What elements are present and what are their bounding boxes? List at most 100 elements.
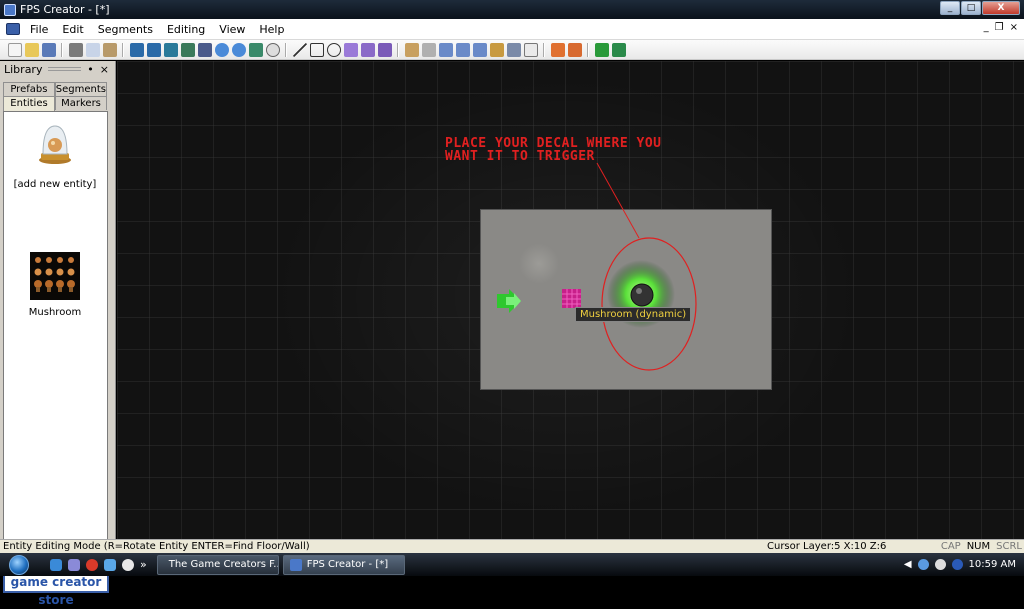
minimize-button[interactable]: _	[940, 1, 960, 15]
caps-lock-indicator: CAP	[940, 541, 961, 552]
mdi-restore-button[interactable]: ❐	[995, 22, 1004, 33]
open-folder-icon[interactable]	[24, 42, 39, 57]
annotation-text: PLACE YOUR DECAL WHERE YOU WANT IT TO TR…	[445, 137, 662, 163]
dome-icon	[39, 125, 71, 164]
spray-tool-icon[interactable]	[377, 42, 392, 57]
test-game-icon[interactable]	[594, 42, 609, 57]
menu-view[interactable]: View	[212, 23, 252, 36]
tab-prefabs[interactable]: Prefabs	[3, 82, 55, 96]
quick-launch: »	[50, 558, 147, 571]
menu-segments[interactable]: Segments	[91, 23, 160, 36]
list-item[interactable]: Mushroom	[5, 252, 105, 318]
entity-label: [add new entity]	[13, 179, 97, 190]
viewport-overlay	[497, 162, 697, 371]
taskbar-item-browser[interactable]: The Game Creators F...	[156, 554, 279, 575]
status-mode: Entity Editing Mode (R=Rotate Entity ENT…	[3, 541, 310, 552]
media-icon[interactable]	[68, 558, 80, 571]
library-pin-icon[interactable]: •	[87, 63, 94, 76]
list-item[interactable]: [add new entity]	[5, 120, 105, 190]
mdi-minimize-button[interactable]: _	[984, 22, 989, 33]
tray-expand-icon[interactable]: ◀	[904, 559, 912, 570]
ie-icon[interactable]	[50, 558, 62, 571]
segment-paint-icon[interactable]	[472, 42, 487, 57]
tab-segments[interactable]: Segments	[54, 82, 107, 96]
num-lock-indicator: NUM	[966, 541, 991, 552]
status-cursor: Cursor Layer:5 X:10 Z:6	[767, 541, 887, 552]
trigger-zone-icon[interactable]	[562, 289, 581, 308]
map-icon[interactable]	[248, 42, 263, 57]
app-icon-red[interactable]	[86, 558, 98, 571]
mushroom-entity[interactable]	[630, 283, 654, 307]
segment-pick-icon[interactable]	[455, 42, 470, 57]
document-icon[interactable]	[6, 23, 20, 35]
menu-bar: File Edit Segments Editing View Help _ ❐…	[0, 19, 1024, 40]
tab-markers[interactable]: Markers	[55, 96, 107, 110]
menu-file[interactable]: File	[23, 23, 55, 36]
annotation-line-2: WANT IT TO TRIGGER	[445, 149, 595, 164]
line-tool-icon[interactable]	[292, 42, 307, 57]
start-button[interactable]	[0, 553, 38, 576]
entity-tooltip: Mushroom (dynamic)	[575, 307, 692, 322]
menu-editing[interactable]: Editing	[160, 23, 212, 36]
edit-tool-icon[interactable]	[489, 42, 504, 57]
app-icon-white[interactable]	[122, 558, 134, 571]
tab-entities[interactable]: Entities	[3, 96, 55, 111]
status-bar: Entity Editing Mode (R=Rotate Entity ENT…	[0, 539, 1024, 553]
fpscreator-icon	[289, 558, 302, 571]
quick-launch-chevron[interactable]: »	[140, 558, 147, 571]
flag-multi-icon[interactable]	[567, 42, 582, 57]
move-tool-icon[interactable]	[506, 42, 521, 57]
library-grip[interactable]	[48, 67, 82, 71]
taskbar-item-label: FPS Creator - [*]	[306, 559, 389, 570]
taskbar-item-label: The Game Creators F...	[168, 559, 279, 570]
layer-down-icon[interactable]	[231, 42, 246, 57]
paste-icon[interactable]	[102, 42, 117, 57]
new-file-icon[interactable]	[7, 42, 22, 57]
volume-icon[interactable]	[934, 559, 946, 570]
select-tool-icon[interactable]	[523, 42, 538, 57]
annotation-line	[596, 162, 640, 239]
network-icon[interactable]	[917, 559, 929, 570]
view-icon-2[interactable]	[146, 42, 161, 57]
view-icon-1[interactable]	[129, 42, 144, 57]
circle-tool-icon[interactable]	[326, 42, 341, 57]
library-tabs-row2: Entities Markers	[3, 96, 107, 111]
entity-tool-icon[interactable]	[404, 42, 419, 57]
title-bar: FPS Creator - [*] _ □ X	[0, 0, 1024, 19]
menu-edit[interactable]: Edit	[55, 23, 90, 36]
library-header: Library • ×	[0, 61, 115, 77]
layers-icon[interactable]	[197, 42, 212, 57]
rotate-tool-icon[interactable]	[421, 42, 436, 57]
mdi-close-button[interactable]: ×	[1010, 22, 1018, 33]
zoom-icon[interactable]	[265, 42, 280, 57]
library-title: Library	[4, 62, 43, 76]
paint-tool-icon[interactable]	[343, 42, 358, 57]
library-close-icon[interactable]: ×	[100, 63, 109, 76]
library-panel: Library • × Prefabs Segments Entities Ma…	[0, 61, 116, 607]
brush-tool-icon[interactable]	[360, 42, 375, 57]
window-title: FPS Creator - [*]	[20, 3, 110, 16]
view-icon-3[interactable]	[163, 42, 178, 57]
entity-label: Mushroom	[28, 307, 82, 318]
cut-icon[interactable]	[68, 42, 83, 57]
taskbar-item-fpscreator[interactable]: FPS Creator - [*]	[282, 554, 405, 575]
app-icon-blue[interactable]	[104, 558, 116, 571]
scroll-lock-indicator: SCRL	[996, 541, 1022, 552]
flag-icon[interactable]	[550, 42, 565, 57]
entity-list: [add new entity] Mushroom	[3, 111, 108, 567]
save-icon[interactable]	[41, 42, 56, 57]
menu-help[interactable]: Help	[252, 23, 291, 36]
maximize-button[interactable]: □	[961, 1, 981, 15]
close-button[interactable]: X	[982, 1, 1020, 15]
copy-icon[interactable]	[85, 42, 100, 57]
build-game-icon[interactable]	[611, 42, 626, 57]
segment-tool-icon[interactable]	[438, 42, 453, 57]
player-start-arrow-icon[interactable]	[497, 289, 521, 313]
clock[interactable]: 10:59 AM	[969, 559, 1016, 570]
rectangle-tool-icon[interactable]	[309, 42, 324, 57]
editor-viewport[interactable]: PLACE YOUR DECAL WHERE YOU WANT IT TO TR…	[117, 61, 1024, 539]
app-icon	[4, 3, 16, 16]
view-icon-4[interactable]	[180, 42, 195, 57]
layer-up-icon[interactable]	[214, 42, 229, 57]
security-icon[interactable]	[951, 559, 963, 570]
